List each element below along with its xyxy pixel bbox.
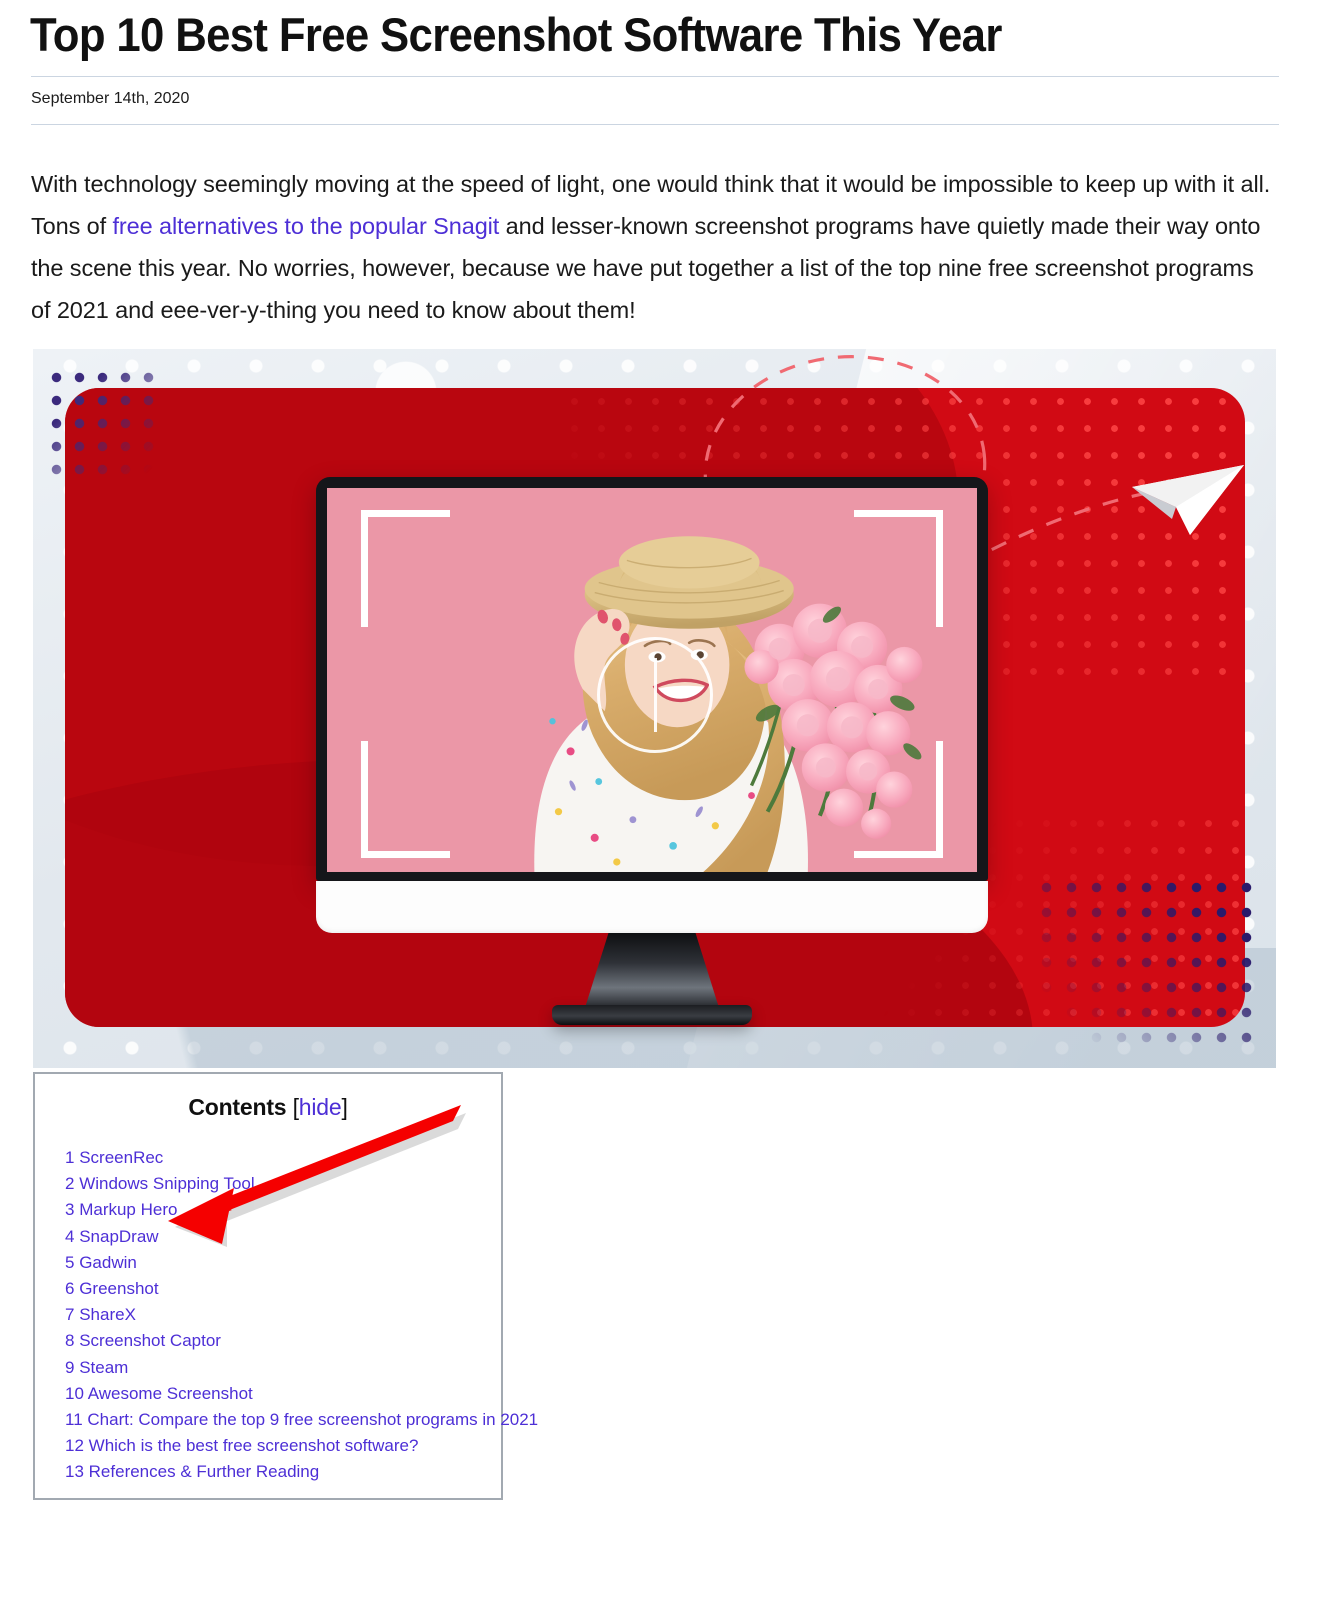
toc-number-4: 4 (65, 1226, 75, 1246)
divider-above-date (31, 76, 1279, 77)
monitor-stand-base (552, 1005, 752, 1025)
monitor-stand-neck (584, 933, 720, 1011)
toc-hide-wrapper: [hide] (293, 1094, 348, 1120)
toc-label-4: SnapDraw (79, 1226, 159, 1246)
viewfinder-corner-top-right-icon (854, 510, 943, 627)
toc-link-1[interactable]: 1 ScreenRec (65, 1148, 163, 1167)
toc-item-11[interactable]: 11 Chart: Compare the top 9 free screens… (65, 1407, 538, 1433)
toc-label-1: ScreenRec (79, 1148, 164, 1167)
toc-number-11: 11 (65, 1410, 83, 1430)
toc-link-6[interactable]: 6 Greenshot (65, 1279, 159, 1298)
toc-item-4[interactable]: 4 SnapDraw (65, 1224, 483, 1250)
toc-number-6: 6 (65, 1279, 75, 1299)
toc-item-2[interactable]: 2 Windows Snipping Tool (65, 1171, 483, 1197)
toc-number-3: 3 (65, 1200, 75, 1220)
toc-link-5[interactable]: 5 Gadwin (65, 1253, 137, 1272)
toc-number-9: 9 (65, 1357, 75, 1377)
hero-image (33, 349, 1276, 1068)
toc-heading-label: Contents (188, 1094, 287, 1120)
toc-number-7: 7 (65, 1305, 75, 1325)
viewfinder-corner-bottom-left-icon (361, 741, 450, 858)
page-title: Top 10 Best Free Screenshot Software Thi… (30, 8, 1002, 61)
toc-item-13[interactable]: 13 References & Further Reading (65, 1459, 483, 1485)
toc-label-12: Which is the best free screenshot softwa… (88, 1436, 419, 1456)
divider-below-date (31, 124, 1279, 125)
toc-label-3: Markup Hero (79, 1200, 178, 1220)
toc-label-13: References & Further Reading (88, 1462, 320, 1482)
toc-number-2: 2 (65, 1174, 75, 1194)
toc-list: 1 ScreenRec 2 Windows Snipping Tool 3 Ma… (53, 1145, 538, 1486)
table-of-contents: Contents [hide] 1 ScreenRec 2 Windows Sn… (33, 1072, 538, 1500)
toc-label-2: Windows Snipping Tool (79, 1174, 255, 1194)
toc-number-1: 1 (65, 1148, 75, 1167)
toc-label-5: Gadwin (79, 1252, 137, 1272)
toc-link-11[interactable]: 11 Chart: Compare the top 9 free screens… (65, 1410, 538, 1429)
toc-item-12[interactable]: 12 Which is the best free screenshot sof… (65, 1433, 483, 1459)
toc-label-8: Screenshot Captor (79, 1331, 221, 1351)
toc-item-9[interactable]: 9 Steam (65, 1355, 483, 1381)
toc-item-7[interactable]: 7 ShareX (65, 1302, 483, 1328)
toc-link-4[interactable]: 4 SnapDraw (65, 1227, 159, 1246)
toc-number-10: 10 (65, 1383, 84, 1403)
focus-circle-icon (597, 636, 713, 753)
toc-item-10[interactable]: 10 Awesome Screenshot (65, 1381, 483, 1407)
toc-number-12: 12 (65, 1436, 84, 1456)
toc-item-6[interactable]: 6 Greenshot (65, 1276, 483, 1302)
toc-label-9: Steam (79, 1357, 129, 1377)
snagit-alternatives-link[interactable]: free alternatives to the popular Snagit (113, 213, 500, 239)
publish-date: September 14th, 2020 (31, 90, 190, 107)
monitor-screen (327, 488, 977, 872)
toc-item-8[interactable]: 8 Screenshot Captor (65, 1328, 483, 1354)
toc-label-6: Greenshot (79, 1279, 159, 1299)
toc-number-13: 13 (65, 1462, 84, 1482)
monitor-bezel (316, 477, 988, 881)
toc-link-9[interactable]: 9 Steam (65, 1358, 128, 1377)
desktop-monitor (316, 477, 988, 1029)
dot-grid-bottom-right (1034, 875, 1264, 1050)
toc-heading: Contents [hide] (53, 1094, 483, 1121)
toc-label-11: Chart: Compare the top 9 free screenshot… (87, 1410, 539, 1430)
toc-item-5[interactable]: 5 Gadwin (65, 1250, 483, 1276)
toc-hide-toggle[interactable]: hide (299, 1094, 342, 1120)
toc-link-10[interactable]: 10 Awesome Screenshot (65, 1384, 253, 1403)
toc-link-13[interactable]: 13 References & Further Reading (65, 1462, 319, 1481)
toc-link-8[interactable]: 8 Screenshot Captor (65, 1331, 221, 1350)
intro-paragraph: With technology seemingly moving at the … (31, 163, 1275, 331)
viewfinder-corner-top-left-icon (361, 510, 450, 627)
paper-plane-icon (1132, 465, 1244, 535)
toc-label-10: Awesome Screenshot (87, 1383, 253, 1403)
toc-item-3[interactable]: 3 Markup Hero (65, 1197, 483, 1223)
bracket-close: ] (341, 1094, 348, 1120)
toc-link-2[interactable]: 2 Windows Snipping Tool (65, 1174, 255, 1193)
toc-link-3[interactable]: 3 Markup Hero (65, 1200, 177, 1219)
toc-link-7[interactable]: 7 ShareX (65, 1305, 136, 1324)
viewfinder-corner-bottom-right-icon (854, 741, 943, 858)
toc-number-5: 5 (65, 1252, 75, 1272)
monitor-chin (316, 881, 988, 933)
viewfinder-overlay (327, 488, 977, 872)
toc-item-1[interactable]: 1 ScreenRec (65, 1145, 483, 1171)
dot-grid-top-left (43, 364, 163, 476)
article-page: Top 10 Best Free Screenshot Software Thi… (0, 0, 1330, 1600)
toc-label-7: ShareX (79, 1305, 136, 1325)
toc-number-8: 8 (65, 1331, 75, 1351)
toc-link-12[interactable]: 12 Which is the best free screenshot sof… (65, 1436, 418, 1455)
